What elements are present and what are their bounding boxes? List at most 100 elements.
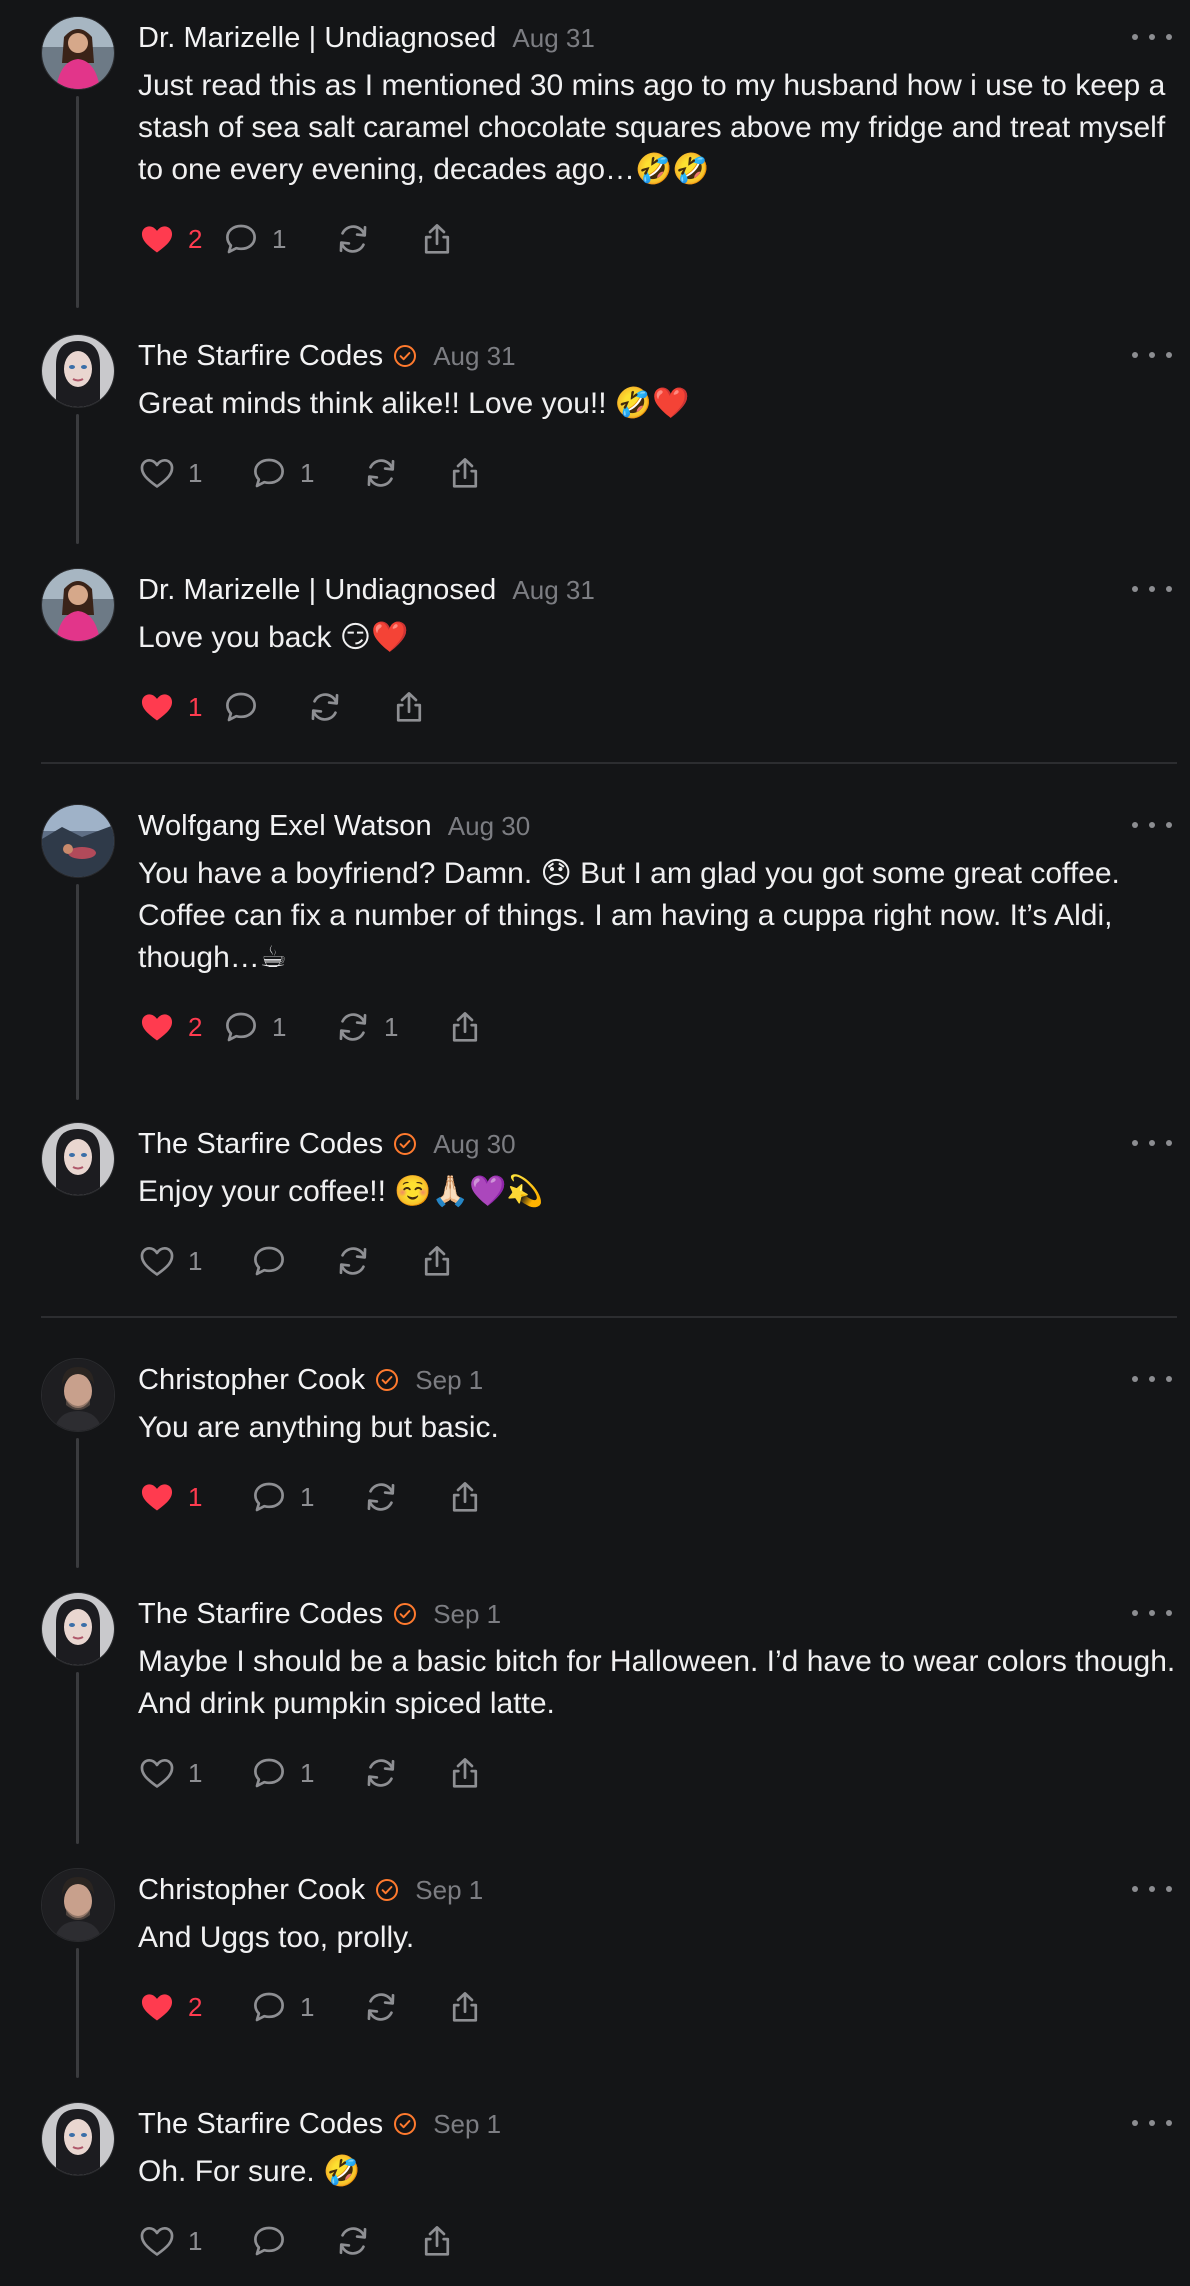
post-actions: 1	[138, 1239, 478, 1283]
avatar-woman-dark-hair-image	[42, 1123, 114, 1195]
repost-button[interactable]	[362, 1751, 446, 1795]
repost-button[interactable]	[334, 217, 418, 261]
reply-button[interactable]: 1	[250, 1751, 362, 1795]
like-button[interactable]: 2	[138, 1005, 222, 1049]
reply-button[interactable]	[250, 2219, 334, 2263]
avatar[interactable]	[41, 568, 115, 642]
post-date[interactable]: Aug 30	[448, 811, 530, 842]
like-count: 1	[188, 1757, 203, 1788]
repost-button[interactable]	[362, 1985, 446, 2029]
author-name[interactable]: Christopher Cook	[138, 1874, 365, 1907]
post-header: Dr. Marizelle | Undiagnosed Aug 31	[138, 16, 1170, 60]
heart-icon	[140, 2226, 174, 2256]
like-count: 1	[188, 1481, 203, 1512]
post-date[interactable]: Aug 31	[512, 23, 594, 54]
verified-badge-icon	[394, 1603, 417, 1625]
more-options-icon[interactable]	[1132, 340, 1172, 370]
like-count: 1	[188, 2225, 203, 2256]
reply-button[interactable]: 1	[250, 1985, 362, 2029]
share-button[interactable]	[446, 1475, 506, 1519]
avatar[interactable]	[41, 334, 115, 408]
avatar[interactable]	[41, 16, 115, 90]
share-button[interactable]	[418, 217, 478, 261]
repost-button[interactable]	[334, 1239, 418, 1283]
more-options-icon[interactable]	[1132, 810, 1172, 840]
share-button[interactable]	[390, 685, 450, 729]
post-header: The Starfire Codes Sep 1	[138, 1592, 1170, 1636]
post-date[interactable]: Aug 30	[433, 1129, 515, 1160]
repost-button[interactable]	[334, 2219, 418, 2263]
post-actions: 1 1	[138, 1751, 506, 1795]
author-name[interactable]: The Starfire Codes	[138, 1598, 383, 1631]
author-name[interactable]: Christopher Cook	[138, 1364, 365, 1397]
author-name[interactable]: Wolfgang Exel Watson	[138, 810, 432, 843]
author-name[interactable]: The Starfire Codes	[138, 340, 383, 373]
share-icon	[424, 2226, 450, 2256]
avatar[interactable]	[41, 1868, 115, 1942]
thread-line	[76, 884, 79, 1100]
repost-button[interactable]	[362, 451, 446, 495]
share-button[interactable]	[446, 1005, 506, 1049]
share-button[interactable]	[446, 1751, 506, 1795]
more-options-icon[interactable]	[1132, 1128, 1172, 1158]
repost-button[interactable]	[362, 1475, 446, 1519]
reply-button[interactable]: 1	[222, 217, 334, 261]
post-date[interactable]: Aug 31	[512, 575, 594, 606]
repost-button[interactable]	[306, 685, 390, 729]
like-button[interactable]: 2	[138, 1985, 250, 2029]
share-button[interactable]	[418, 1239, 478, 1283]
post-header: The Starfire Codes Aug 31	[138, 334, 1170, 378]
share-button[interactable]	[418, 2219, 478, 2263]
like-button[interactable]: 1	[138, 451, 250, 495]
avatar[interactable]	[41, 2102, 115, 2176]
reply-count: 1	[272, 1011, 287, 1042]
heart-filled-icon	[141, 1014, 173, 1041]
post-date[interactable]: Sep 1	[433, 2109, 501, 2140]
more-options-icon[interactable]	[1132, 1874, 1172, 1904]
avatar[interactable]	[41, 1592, 115, 1666]
post-date[interactable]: Aug 31	[433, 341, 515, 372]
post-actions: 1 1	[138, 1475, 506, 1519]
thread-line	[76, 414, 79, 544]
comment-icon	[226, 224, 256, 254]
post-date[interactable]: Sep 1	[415, 1365, 483, 1396]
reply-button[interactable]	[250, 1239, 334, 1283]
more-options-icon[interactable]	[1132, 1598, 1172, 1628]
author-name[interactable]: The Starfire Codes	[138, 1128, 383, 1161]
repost-button[interactable]: 1	[334, 1005, 446, 1049]
like-button[interactable]: 1	[138, 2219, 250, 2263]
post-date[interactable]: Sep 1	[433, 1599, 501, 1630]
reply-button[interactable]	[222, 685, 306, 729]
share-button[interactable]	[446, 451, 506, 495]
avatar[interactable]	[41, 1122, 115, 1196]
more-options-icon[interactable]	[1132, 2108, 1172, 2138]
post-date[interactable]: Sep 1	[415, 1875, 483, 1906]
share-button[interactable]	[446, 1985, 506, 2029]
like-button[interactable]: 2	[138, 217, 222, 261]
like-button[interactable]: 1	[138, 1239, 250, 1283]
post-text: You are anything but basic.	[138, 1411, 499, 1444]
post-header: Christopher Cook Sep 1	[138, 1358, 1170, 1402]
author-name[interactable]: Dr. Marizelle | Undiagnosed	[138, 574, 496, 607]
reply-button[interactable]: 1	[250, 451, 362, 495]
more-options-icon[interactable]	[1132, 574, 1172, 604]
like-button[interactable]: 1	[138, 1475, 250, 1519]
post-header: Christopher Cook Sep 1	[138, 1868, 1170, 1912]
reply-button[interactable]: 1	[222, 1005, 334, 1049]
post-actions: 1	[138, 2219, 478, 2263]
avatar[interactable]	[41, 804, 115, 878]
post-text: Great minds think alike!! Love you!! 🤣❤️	[138, 387, 690, 420]
comment-icon	[226, 1012, 256, 1042]
verified-badge-icon	[394, 2113, 417, 2135]
reply-button[interactable]: 1	[250, 1475, 362, 1519]
more-options-icon[interactable]	[1132, 22, 1172, 52]
thread-line	[76, 1438, 79, 1568]
avatar[interactable]	[41, 1358, 115, 1432]
avatar-woman-pink-dress-image	[42, 569, 114, 641]
like-button[interactable]: 1	[138, 1751, 250, 1795]
like-button[interactable]: 1	[138, 685, 222, 729]
author-name[interactable]: The Starfire Codes	[138, 2108, 383, 2141]
thread-divider	[41, 1316, 1177, 1318]
author-name[interactable]: Dr. Marizelle | Undiagnosed	[138, 22, 496, 55]
more-options-icon[interactable]	[1132, 1364, 1172, 1394]
